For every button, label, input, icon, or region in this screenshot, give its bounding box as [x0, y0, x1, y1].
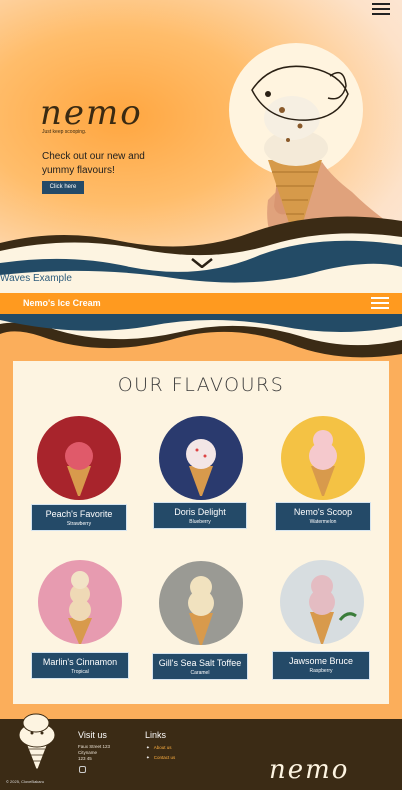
- flavour-image-2: [159, 416, 243, 500]
- flavour-sub: Tropical: [71, 669, 89, 675]
- flavour-sub: Watermelon: [309, 519, 337, 525]
- flavour-sub: Blueberry: [189, 519, 211, 525]
- flavour-card-6[interactable]: Jawsome Bruce Raspberry: [272, 651, 370, 680]
- flavour-name: Doris Delight: [174, 507, 226, 517]
- links-heading: Links: [145, 730, 167, 740]
- flavour-sub: Raspberry: [309, 668, 333, 674]
- flavour-image-3: [281, 416, 365, 500]
- flavours-title: OUR FLAVOURS: [117, 374, 285, 396]
- flavour-image-5: [159, 561, 243, 645]
- flavour-card-3[interactable]: Nemo's Scoop Watermelon: [275, 502, 371, 531]
- flavour-card-4[interactable]: Marlin's Cinnamon Tropical: [31, 652, 129, 679]
- flavour-image-6: [280, 560, 364, 644]
- chevron-down-icon[interactable]: [190, 258, 214, 268]
- flavour-name: Nemo's Scoop: [293, 507, 353, 517]
- hero-logo: nemo: [40, 93, 143, 133]
- flavour-sub: Caramel: [190, 670, 210, 676]
- address: Faux Street 123 Cityname 123 45: [78, 744, 110, 762]
- flavour-name: Gill's Sea Salt Toffee: [158, 658, 242, 668]
- bar-title[interactable]: Nemo's Ice Cream: [23, 298, 101, 308]
- hamburger-menu-icon[interactable]: [371, 297, 389, 310]
- flavours-panel: OUR FLAVOURS Peach's Favorite Strawberry…: [13, 361, 389, 704]
- instagram-icon[interactable]: [79, 766, 86, 773]
- flavour-image-1: [37, 416, 121, 500]
- address-line: 123 45: [78, 756, 92, 761]
- visit-us-heading: Visit us: [78, 730, 107, 740]
- flavour-image-4: [38, 560, 122, 644]
- flavour-card-5[interactable]: Gill's Sea Salt Toffee Caramel: [152, 653, 248, 680]
- footer: Visit us Faux Street 123 Cityname 123 45…: [0, 713, 402, 790]
- flavour-name: Marlin's Cinnamon: [42, 657, 118, 667]
- flavour-name: Peach's Favorite: [45, 509, 113, 519]
- hero-section: nemo Just keep scooping. Check out our n…: [0, 0, 402, 293]
- waves-example-label: Waves Example: [0, 273, 72, 284]
- footer-logo: nemo: [269, 755, 350, 785]
- hero-tagline: Just keep scooping.: [42, 129, 87, 135]
- copyright: © 2025, CloveBakaru: [6, 779, 45, 784]
- flavour-name: Jawsome Bruce: [288, 656, 354, 666]
- contact-us-link[interactable]: ✦ Contact us: [146, 755, 175, 761]
- top-nav-bar: Nemo's Ice Cream: [0, 293, 402, 314]
- flavour-sub: Strawberry: [66, 521, 92, 527]
- ice-cream-mascot-icon: [18, 713, 56, 769]
- flavour-card-2[interactable]: Doris Delight Blueberry: [153, 502, 247, 529]
- hero-text: Check out our new and yummy flavours!: [42, 151, 145, 176]
- about-us-link[interactable]: ✦ About us: [146, 745, 172, 751]
- flavour-card-1[interactable]: Peach's Favorite Strawberry: [31, 504, 127, 531]
